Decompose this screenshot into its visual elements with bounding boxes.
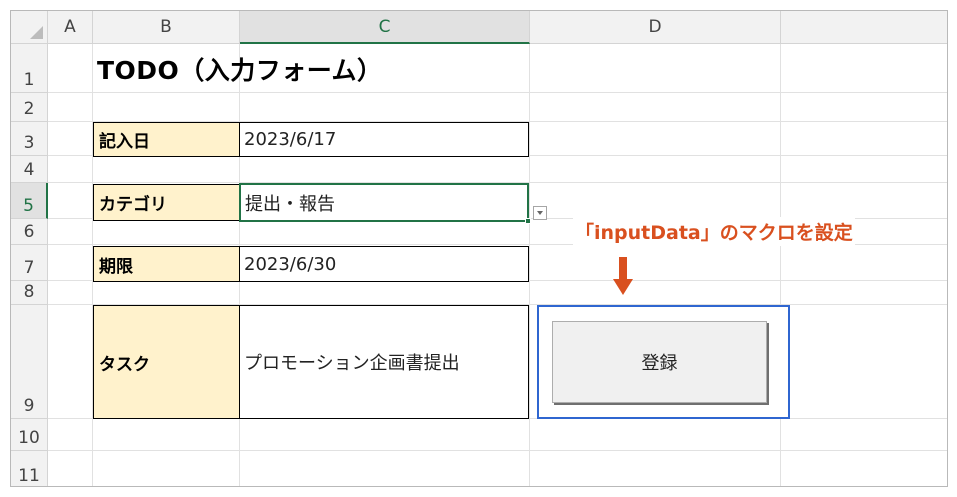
task-cell[interactable]: プロモーション企画書提出 [239, 305, 529, 419]
chevron-down-icon [537, 211, 543, 215]
grid-line [529, 44, 530, 486]
date-label: 記入日 [93, 122, 240, 157]
row-header-10[interactable]: 10 [11, 419, 48, 451]
task-label: タスク [93, 305, 240, 419]
column-header-a[interactable]: A [48, 11, 93, 44]
row-header-1[interactable]: 1 [11, 44, 48, 93]
category-label: カテゴリ [93, 184, 240, 221]
row-header-7[interactable]: 7 [11, 245, 48, 281]
row-header-4[interactable]: 4 [11, 156, 48, 183]
grid-line [48, 92, 947, 93]
deadline-cell[interactable]: 2023/6/30 [239, 246, 529, 282]
row-header-3[interactable]: 3 [11, 122, 48, 156]
date-cell[interactable]: 2023/6/17 [239, 122, 529, 157]
row-header-6[interactable]: 6 [11, 219, 48, 245]
row-header-9[interactable]: 9 [11, 305, 48, 419]
row-header-8[interactable]: 8 [11, 281, 48, 305]
column-header-e[interactable] [781, 11, 947, 44]
select-all-icon [30, 26, 43, 39]
arrow-down-icon [613, 257, 633, 295]
category-dropdown-button[interactable] [533, 206, 547, 220]
deadline-label: 期限 [93, 246, 240, 282]
register-button[interactable]: 登録 [552, 321, 767, 403]
select-all-button[interactable] [11, 11, 48, 44]
form-title: TODO（入力フォーム） [97, 56, 383, 85]
spreadsheet-area: A B C D 1 2 3 4 5 6 7 8 9 10 11 TODO（入力フ… [10, 10, 948, 487]
column-header-b[interactable]: B [93, 11, 240, 44]
row-header-11[interactable]: 11 [11, 451, 48, 486]
grid-line [780, 44, 781, 486]
column-header-d[interactable]: D [530, 11, 781, 44]
category-cell[interactable]: 提出・報告 [239, 183, 529, 222]
column-header-c[interactable]: C [240, 11, 530, 44]
row-header-5[interactable]: 5 [11, 183, 48, 219]
macro-annotation: 「inputData」のマクロを設定 [573, 217, 855, 246]
row-header-2[interactable]: 2 [11, 93, 48, 122]
grid-line [48, 450, 947, 451]
fill-handle[interactable] [525, 218, 531, 224]
